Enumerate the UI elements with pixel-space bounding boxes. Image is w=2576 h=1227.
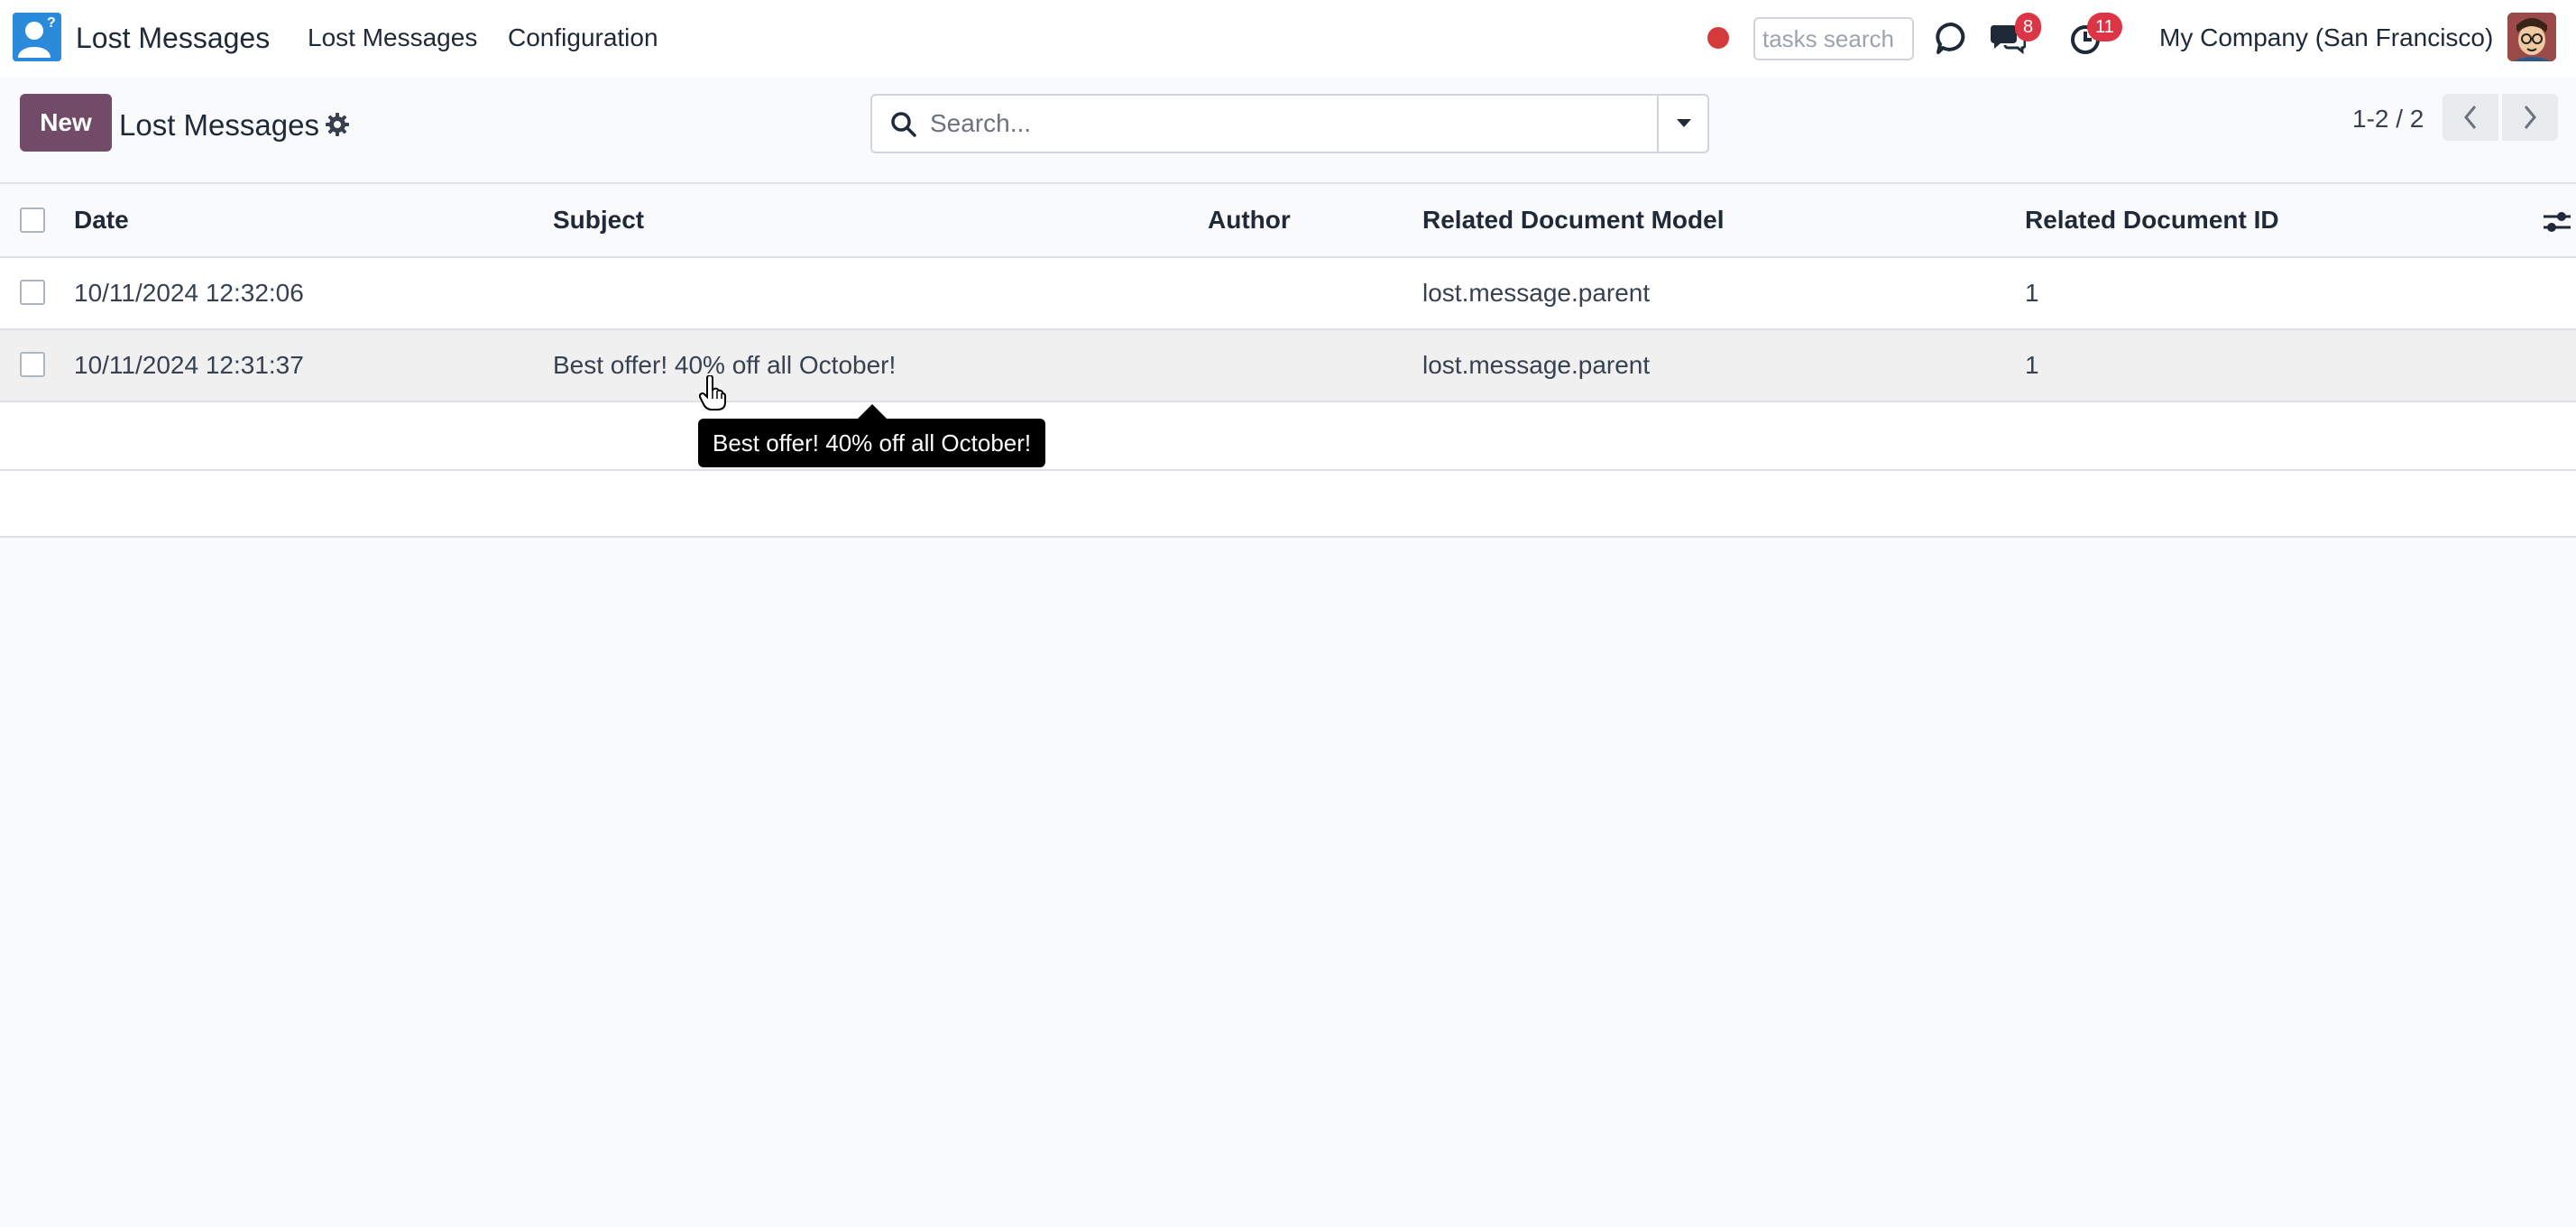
menu-configuration[interactable]: Configuration xyxy=(508,23,658,52)
cell-date: 10/11/2024 12:32:06 xyxy=(74,279,304,307)
pager-previous-button[interactable] xyxy=(2443,94,2498,141)
cell-related-model: lost.message.parent xyxy=(1422,279,1651,307)
discuss-bubble-icon[interactable] xyxy=(1934,20,1970,60)
table-row[interactable]: 10/11/2024 12:32:06 lost.message.parent … xyxy=(0,256,2576,328)
hand-pointer-cursor-icon xyxy=(698,374,726,416)
activities-badge: 11 xyxy=(2087,13,2122,42)
menu-lost-messages[interactable]: Lost Messages xyxy=(308,23,477,52)
select-all-checkbox[interactable] xyxy=(20,208,45,233)
page-title[interactable]: Lost Messages xyxy=(119,108,319,143)
cell-date: 10/11/2024 12:31:37 xyxy=(74,351,304,379)
search-icon xyxy=(890,111,917,143)
column-header-subject[interactable]: Subject xyxy=(553,184,644,256)
app-title[interactable]: Lost Messages xyxy=(76,22,270,55)
cell-related-id: 1 xyxy=(2025,351,2039,379)
table-header-row: Date Subject Author Related Document Mod… xyxy=(0,182,2576,256)
user-avatar[interactable] xyxy=(2507,13,2556,61)
cell-related-model: lost.message.parent xyxy=(1422,351,1651,379)
record-dot-icon[interactable] xyxy=(1707,27,1729,49)
optional-columns-icon[interactable] xyxy=(2542,209,2572,239)
column-header-date[interactable]: Date xyxy=(74,184,129,256)
empty-row xyxy=(0,469,2576,538)
empty-row xyxy=(0,401,2576,469)
records-table: Date Subject Author Related Document Mod… xyxy=(0,182,2576,538)
column-header-related-id[interactable]: Related Document ID xyxy=(2025,184,2279,256)
app-icon[interactable]: ? xyxy=(13,13,61,61)
pager-value[interactable]: 1-2 / 2 xyxy=(2352,105,2424,134)
chevron-right-icon xyxy=(2524,106,2536,129)
tasks-search-input[interactable] xyxy=(1753,17,1914,60)
column-header-author[interactable]: Author xyxy=(1208,184,1291,256)
search-options-toggle[interactable] xyxy=(1657,96,1709,152)
svg-text:?: ? xyxy=(47,15,56,31)
new-button[interactable]: New xyxy=(20,94,112,152)
row-checkbox[interactable] xyxy=(20,280,45,305)
top-navbar: ? Lost Messages Lost Messages Configurat… xyxy=(0,0,2576,78)
company-switcher[interactable]: My Company (San Francisco) xyxy=(2159,23,2493,52)
pager-next-button[interactable] xyxy=(2502,94,2558,141)
row-checkbox[interactable] xyxy=(20,352,45,377)
column-header-related-model[interactable]: Related Document Model xyxy=(1422,184,1724,256)
caret-down-icon xyxy=(1677,119,1691,127)
chevron-left-icon xyxy=(2464,106,2477,129)
gear-icon[interactable] xyxy=(325,112,350,142)
search-bar xyxy=(870,94,1709,153)
tooltip-arrow xyxy=(858,404,887,419)
messages-badge: 8 xyxy=(2015,13,2042,42)
cell-related-id: 1 xyxy=(2025,279,2039,307)
subject-tooltip: Best offer! 40% off all October! xyxy=(698,419,1046,467)
search-input[interactable] xyxy=(930,96,1615,152)
table-row[interactable]: 10/11/2024 12:31:37 Best offer! 40% off … xyxy=(0,328,2576,401)
